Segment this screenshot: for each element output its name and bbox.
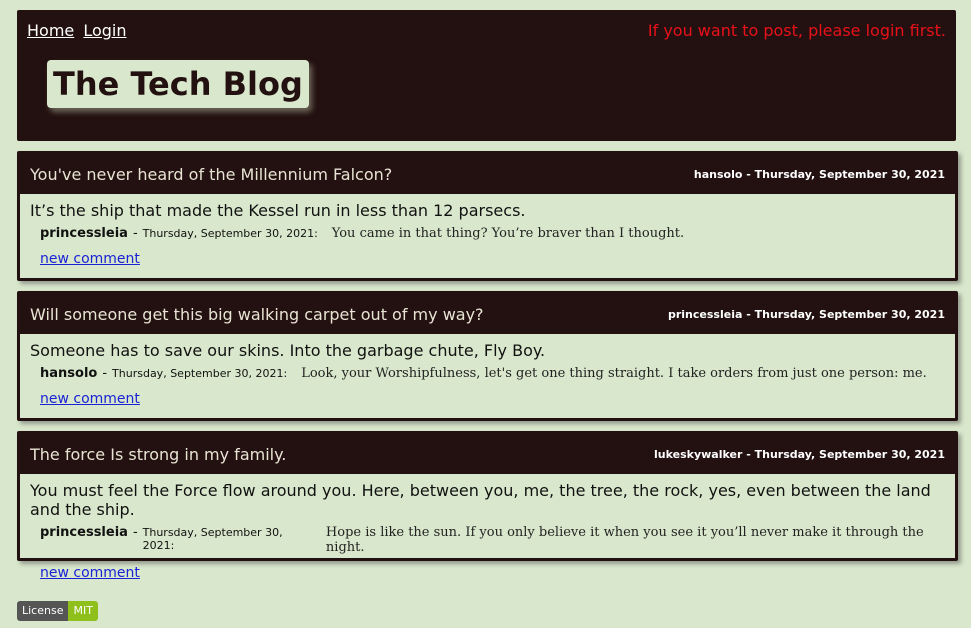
post-body: You must feel the Force flow around you.… xyxy=(20,474,955,581)
comment-user: hansolo xyxy=(40,366,98,381)
comment-date: Thursday, September 30, 2021: xyxy=(142,526,283,552)
comment-date: Thursday, September 30, 2021: xyxy=(142,227,318,240)
post-title[interactable]: The force Is strong in my family. xyxy=(30,445,286,464)
comment-date: Thursday, September 30, 2021: xyxy=(112,367,288,380)
new-comment-link[interactable]: new comment xyxy=(40,251,945,267)
comment-separator: - xyxy=(132,525,138,540)
license-badge-label: License xyxy=(17,601,69,621)
nav-login-link[interactable]: Login xyxy=(83,21,126,40)
post-meta: lukeskywalker - Thursday, September 30, … xyxy=(654,447,945,461)
license-badge-value: MIT xyxy=(68,601,98,621)
site-header: Home Login If you want to post, please l… xyxy=(17,10,956,141)
blog-title-box: The Tech Blog xyxy=(47,60,309,108)
post-content: It’s the ship that made the Kessel run i… xyxy=(30,201,526,220)
new-comment-link[interactable]: new comment xyxy=(40,391,945,407)
login-prompt: If you want to post, please login first. xyxy=(647,21,946,40)
nav-home-link[interactable]: Home xyxy=(27,21,74,40)
post-meta: hansolo - Thursday, September 30, 2021 xyxy=(693,167,945,181)
new-comment-link[interactable]: new comment xyxy=(40,565,945,581)
post-content: Someone has to save our skins. Into the … xyxy=(30,341,546,360)
post-card: You've never heard of the Millennium Fal… xyxy=(17,151,958,281)
comment: hansolo - Thursday, September 30, 2021: … xyxy=(40,366,945,381)
post-header: Will someone get this big walking carpet… xyxy=(20,294,955,334)
post-card: Will someone get this big walking carpet… xyxy=(17,291,958,421)
post-header: The force Is strong in my family. lukesk… xyxy=(20,434,955,474)
comment-separator: - xyxy=(132,226,138,241)
license-badge[interactable]: License MIT xyxy=(17,601,98,621)
comment-text: Look, your Worshipfulness, let's get one… xyxy=(301,366,927,381)
comment-user: princessleia xyxy=(40,226,128,241)
comment: princessleia - Thursday, September 30, 2… xyxy=(40,226,945,241)
post-content: You must feel the Force flow around you.… xyxy=(30,481,931,519)
comment: princessleia - Thursday, September 30, 2… xyxy=(40,525,945,555)
post-body: It’s the ship that made the Kessel run i… xyxy=(20,194,955,267)
comment-user: princessleia xyxy=(40,525,128,540)
comment-text: You came in that thing? You’re braver th… xyxy=(331,226,685,241)
blog-title: The Tech Blog xyxy=(53,65,303,103)
top-nav: Home Login xyxy=(27,21,131,40)
post-meta: princessleia - Thursday, September 30, 2… xyxy=(667,307,945,321)
post-title[interactable]: Will someone get this big walking carpet… xyxy=(30,305,484,324)
comment-text: Hope is like the sun. If you only believ… xyxy=(325,525,924,555)
post-title[interactable]: You've never heard of the Millennium Fal… xyxy=(30,165,392,184)
post-body: Someone has to save our skins. Into the … xyxy=(20,334,955,407)
post-card: The force Is strong in my family. lukesk… xyxy=(17,431,958,581)
comment-separator: - xyxy=(102,366,108,381)
post-header: You've never heard of the Millennium Fal… xyxy=(20,154,955,194)
